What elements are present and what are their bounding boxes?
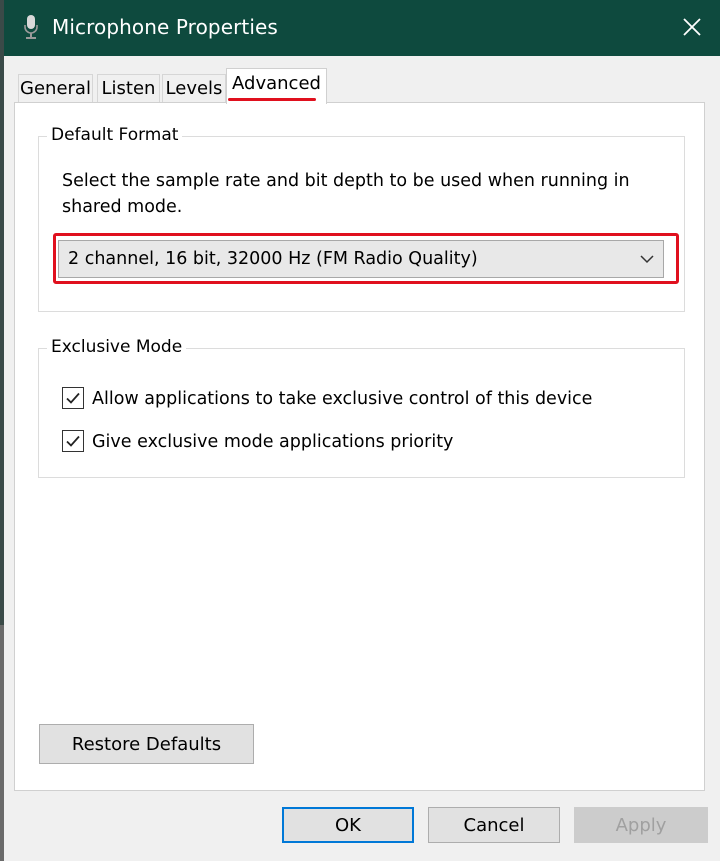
sample-rate-value: 2 channel, 16 bit, 32000 Hz (FM Radio Qu… — [68, 249, 478, 269]
window-title: Microphone Properties — [52, 15, 278, 39]
microphone-icon — [24, 15, 38, 39]
cancel-button[interactable]: Cancel — [428, 807, 560, 843]
exclusive-mode-title: Exclusive Mode — [47, 337, 187, 357]
exclusive-mode-group: Exclusive Mode — [38, 337, 685, 478]
restore-defaults-button[interactable]: Restore Defaults — [39, 724, 254, 764]
checkbox[interactable] — [62, 430, 84, 452]
tab-general[interactable]: General — [18, 74, 93, 102]
exclusive-priority-label: Give exclusive mode applications priorit… — [92, 432, 454, 452]
default-format-title: Default Format — [47, 125, 183, 145]
background-window-edge — [0, 0, 4, 861]
tab-listen[interactable]: Listen — [97, 74, 160, 102]
tab-levels[interactable]: Levels — [162, 74, 226, 102]
title-bar[interactable]: Microphone Properties — [4, 0, 720, 56]
allow-exclusive-control-label: Allow applications to take exclusive con… — [92, 389, 593, 409]
ok-button[interactable]: OK — [282, 807, 414, 843]
checkmark-icon — [66, 435, 80, 447]
close-icon[interactable] — [678, 13, 706, 41]
sample-rate-dropdown[interactable]: 2 channel, 16 bit, 32000 Hz (FM Radio Qu… — [58, 240, 664, 278]
tab-annotation-underline — [228, 98, 316, 101]
default-format-description: Select the sample rate and bit depth to … — [62, 171, 630, 217]
checkmark-icon — [66, 392, 80, 404]
default-format-group: Default Format — [38, 125, 685, 312]
apply-button[interactable]: Apply — [574, 807, 708, 843]
chevron-down-icon — [640, 255, 654, 264]
checkbox[interactable] — [62, 387, 84, 409]
